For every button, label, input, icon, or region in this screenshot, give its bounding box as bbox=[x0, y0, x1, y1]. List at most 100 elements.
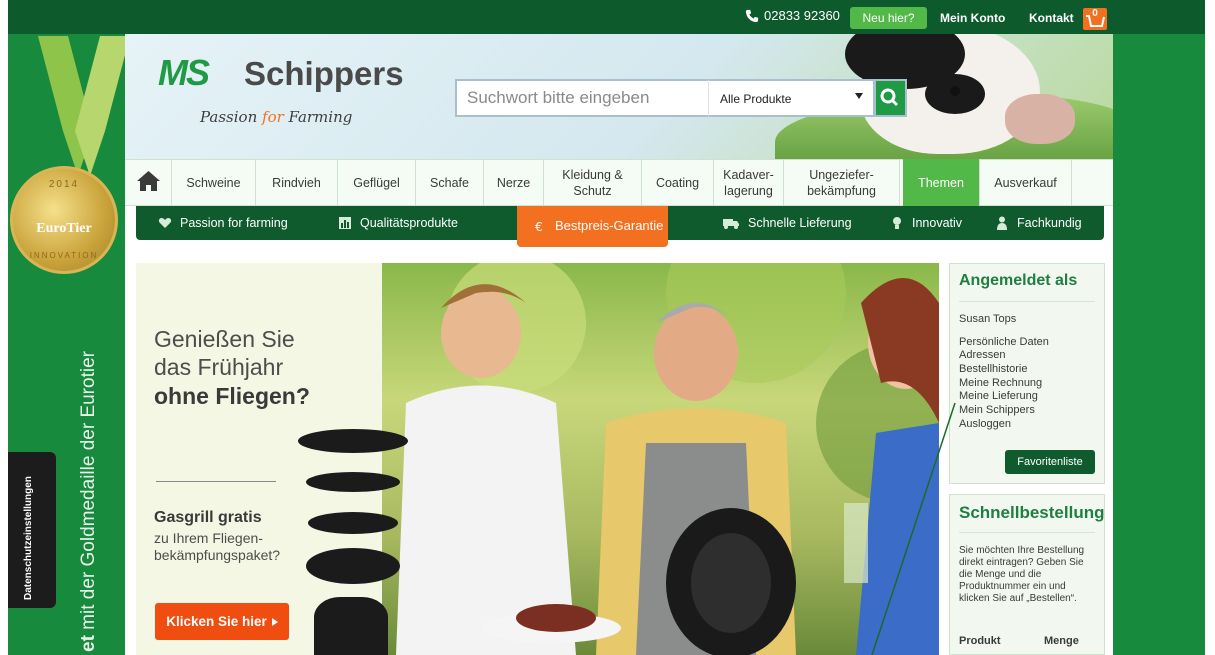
medal-name: EuroTier bbox=[36, 221, 92, 236]
grill-pan bbox=[308, 512, 398, 534]
logged-in-user: Susan Tops bbox=[959, 313, 1017, 325]
cart-icon bbox=[1086, 15, 1105, 27]
new-here-button[interactable]: Neu hier? bbox=[850, 7, 927, 29]
hero-headline-line2: das Frühjahr bbox=[154, 354, 284, 380]
privacy-settings-label: Datenschutzeinstellungen bbox=[23, 476, 34, 600]
chevron-right-icon bbox=[271, 617, 278, 626]
link-ausloggen[interactable]: Ausloggen bbox=[959, 418, 1011, 430]
search-button[interactable] bbox=[874, 79, 907, 117]
nav-coating[interactable]: Coating bbox=[642, 159, 714, 206]
usp-innovative-label: Innovativ bbox=[912, 216, 963, 230]
quick-order-instructions: Sie möchten Ihre Bestellung direkt eintr… bbox=[959, 545, 1085, 604]
nav-nerze[interactable]: Nerze bbox=[484, 159, 544, 206]
link-adressen[interactable]: Adressen bbox=[959, 349, 1005, 361]
hero-headline: Genießen Sie das Frühjahr bbox=[154, 325, 295, 381]
lightbulb-icon bbox=[893, 217, 901, 229]
award-vertical-caption: mit der Goldmedaille der Eurotier bbox=[78, 351, 99, 636]
nav-schafe[interactable]: Schafe bbox=[416, 159, 484, 206]
usp-passion-label: Passion for farming bbox=[180, 216, 288, 230]
nav-home[interactable] bbox=[125, 159, 172, 206]
nav-ungezieferbekaempfung[interactable]: Ungeziefer-bekämpfung bbox=[784, 159, 900, 206]
nav-gefluegel[interactable]: Geflügel bbox=[338, 159, 416, 206]
hero-subtext-line2: bekämpfungspaket? bbox=[154, 547, 281, 563]
usp-bestprice: € Bestpreis-Garantie bbox=[535, 218, 663, 233]
contact-link[interactable]: Kontakt bbox=[1029, 11, 1074, 25]
usp-delivery-label: Schnelle Lieferung bbox=[748, 216, 852, 230]
hero-cta-label: Klicken Sie hier bbox=[166, 614, 267, 629]
search-icon bbox=[880, 88, 899, 107]
usp-bestprice-label: Bestpreis-Garantie bbox=[555, 218, 664, 233]
link-persoenliche-daten[interactable]: Persönliche Daten bbox=[959, 336, 1049, 348]
hero-banner[interactable]: Genießen Sie das Frühjahr ohne Fliegen? … bbox=[136, 263, 939, 655]
person-icon bbox=[997, 216, 1007, 230]
search-input[interactable] bbox=[457, 81, 710, 115]
quick-order-title: Schnellbestellung bbox=[959, 503, 1105, 522]
nav-kadaverlagerung[interactable]: Kadaver-lagerung bbox=[714, 159, 784, 206]
link-mein-schippers[interactable]: Mein Schippers bbox=[959, 404, 1035, 416]
usp-expert-label: Fachkundig bbox=[1017, 216, 1082, 230]
usp-innovative: Innovativ bbox=[890, 216, 962, 230]
medal-innovation: INNOVATION bbox=[29, 251, 99, 260]
search-field[interactable] bbox=[455, 79, 710, 117]
heart-icon bbox=[158, 218, 172, 228]
grill-grate bbox=[306, 548, 400, 584]
link-meine-lieferung[interactable]: Meine Lieferung bbox=[959, 390, 1038, 402]
caret-down-icon bbox=[855, 93, 863, 99]
cart-button[interactable]: 0 bbox=[1083, 8, 1107, 30]
favorites-button[interactable]: Favoritenliste bbox=[1005, 450, 1095, 474]
page-margin-right bbox=[1205, 0, 1215, 655]
account-box-title: Angemeldet als bbox=[959, 272, 1078, 289]
slogan-part: Passion bbox=[200, 108, 263, 126]
nav-schweine[interactable]: Schweine bbox=[172, 159, 256, 206]
nav-rindvieh[interactable]: Rindvieh bbox=[256, 159, 338, 206]
chart-icon bbox=[339, 217, 351, 229]
euro-badge-icon: € bbox=[535, 220, 543, 233]
slogan-for: for bbox=[262, 108, 284, 126]
my-account-link[interactable]: Mein Konto bbox=[940, 11, 1005, 25]
phone-icon bbox=[745, 9, 759, 22]
svg-text:€: € bbox=[535, 220, 543, 233]
phone-number: 02833 92360 bbox=[764, 8, 840, 23]
cow-nose bbox=[1005, 94, 1075, 144]
category-select[interactable]: Alle Produkte bbox=[708, 79, 875, 117]
hero-headline-bold: ohne Fliegen? bbox=[154, 383, 310, 409]
quick-order-divider bbox=[959, 532, 1095, 533]
home-icon bbox=[137, 171, 160, 191]
logo-mark[interactable]: MS bbox=[158, 52, 210, 94]
hero-subtext-line1: zu Ihrem Fliegen- bbox=[154, 530, 263, 546]
top-bar bbox=[8, 0, 1205, 34]
hero-subheadline: Gasgrill gratis bbox=[154, 509, 262, 526]
hero-headline-line1: Genießen Sie bbox=[154, 326, 295, 352]
nav-ausverkauf[interactable]: Ausverkauf bbox=[980, 159, 1072, 206]
grill-lid bbox=[298, 429, 408, 453]
award-vertical-text: et mit der Goldmedaille der Eurotier bbox=[78, 351, 100, 652]
usp-expert: Fachkundig bbox=[995, 216, 1082, 230]
hero-cta-button[interactable]: Klicken Sie hier bbox=[155, 603, 289, 640]
medal-year: 2014 bbox=[48, 179, 80, 190]
hero-divider bbox=[156, 481, 276, 482]
nav-kleidung[interactable]: Kleidung & Schutz bbox=[544, 159, 642, 206]
grill-plate bbox=[306, 472, 400, 492]
logo-slogan: Passion for Farming bbox=[200, 108, 352, 126]
account-box-divider bbox=[959, 301, 1095, 302]
usp-delivery: Schnelle Lieferung bbox=[722, 216, 852, 230]
hero-subtext: zu Ihrem Fliegen- bekämpfungspaket? bbox=[154, 530, 280, 564]
link-bestellhistorie[interactable]: Bestellhistorie bbox=[959, 363, 1027, 375]
link-meine-rechnung[interactable]: Meine Rechnung bbox=[959, 377, 1042, 389]
nav-themen[interactable]: Themen bbox=[903, 159, 980, 206]
eurotier-gold-medal: 2014 EuroTier INNOVATION bbox=[10, 166, 118, 274]
truck-icon bbox=[723, 219, 739, 229]
category-select-value: Alle Produkte bbox=[720, 92, 792, 106]
usp-quality: Qualitätsprodukte bbox=[338, 216, 458, 230]
usp-passion: Passion for farming bbox=[158, 216, 288, 230]
usp-quality-label: Qualitätsprodukte bbox=[360, 216, 458, 230]
cow-eye bbox=[950, 86, 960, 96]
logo-name[interactable]: Schippers bbox=[244, 55, 404, 93]
column-header-product: Produkt bbox=[959, 635, 1001, 647]
grill-base bbox=[314, 597, 388, 655]
slogan-part: Farming bbox=[283, 108, 353, 126]
medal-ribbon bbox=[38, 36, 130, 176]
phone-contact[interactable]: 02833 92360 bbox=[745, 8, 840, 23]
award-vertical-prefix: et bbox=[78, 635, 99, 652]
page-margin-left bbox=[0, 0, 8, 655]
